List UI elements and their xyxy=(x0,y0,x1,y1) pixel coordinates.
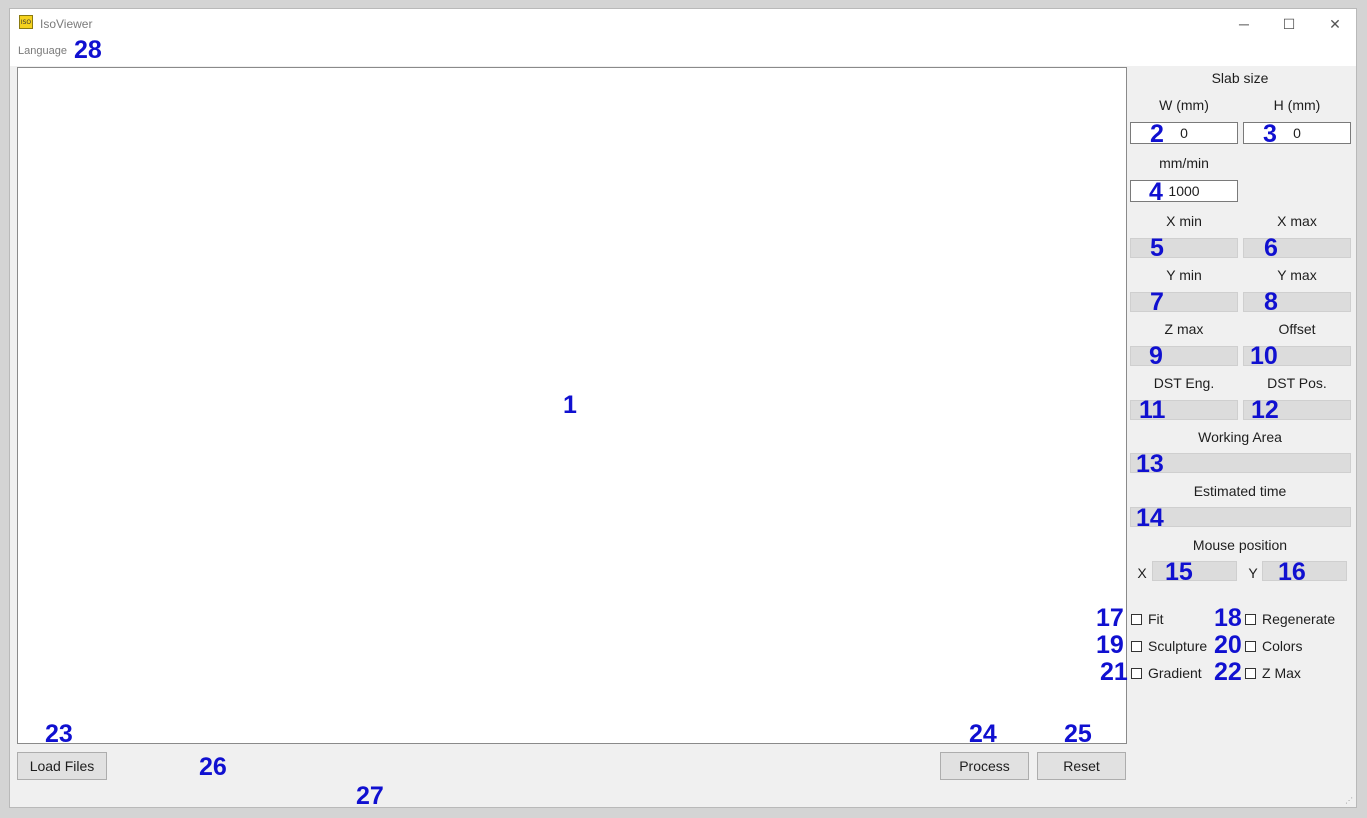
marker-16: 16 xyxy=(1278,558,1306,586)
marker-21: 21 xyxy=(1100,658,1128,686)
dst-pos-label: DST Pos. xyxy=(1267,375,1327,391)
marker-18: 18 xyxy=(1214,604,1242,632)
marker-10: 10 xyxy=(1250,342,1278,370)
ymax-label: Y max xyxy=(1277,267,1317,283)
close-button[interactable]: ✕ xyxy=(1312,9,1356,39)
marker-22: 22 xyxy=(1214,658,1242,686)
marker-11: 11 xyxy=(1139,396,1166,424)
fit-label: Fit xyxy=(1148,611,1164,627)
gradient-label: Gradient xyxy=(1148,665,1202,681)
marker-28: 28 xyxy=(74,36,102,64)
checkbox-box[interactable] xyxy=(1131,640,1142,652)
marker-15: 15 xyxy=(1165,558,1193,586)
width-label: W (mm) xyxy=(1159,97,1209,113)
checkbox-box[interactable] xyxy=(1245,667,1256,679)
marker-3: 3 xyxy=(1263,120,1277,148)
regenerate-label: Regenerate xyxy=(1262,611,1336,627)
marker-1: 1 xyxy=(563,391,577,419)
sculpture-checkbox[interactable]: Sculpture xyxy=(1131,638,1207,654)
speed-input[interactable]: 1000 xyxy=(1130,180,1238,202)
zmax-field xyxy=(1130,346,1238,366)
menu-bar: Language xyxy=(10,39,1356,66)
xmin-field xyxy=(1130,238,1238,258)
working-area-label: Working Area xyxy=(1198,429,1282,445)
xmin-label: X min xyxy=(1166,213,1202,229)
fit-checkbox[interactable]: Fit xyxy=(1131,611,1164,627)
ymin-label: Y min xyxy=(1166,267,1202,283)
menu-language[interactable]: Language xyxy=(18,45,67,57)
gradient-checkbox[interactable]: Gradient xyxy=(1131,665,1202,681)
dst-eng-label: DST Eng. xyxy=(1153,375,1215,391)
marker-5: 5 xyxy=(1150,234,1164,262)
height-label: H (mm) xyxy=(1273,97,1321,113)
checkbox-box[interactable] xyxy=(1131,667,1142,679)
zmax-checkbox[interactable]: Z Max xyxy=(1245,665,1301,681)
marker-9: 9 xyxy=(1149,342,1163,370)
resize-grip-icon[interactable]: ⋰ xyxy=(1345,796,1353,805)
load-files-button[interactable]: Load Files xyxy=(17,752,107,780)
colors-label: Colors xyxy=(1262,638,1303,654)
regenerate-checkbox[interactable]: Regenerate xyxy=(1245,611,1335,627)
marker-12: 12 xyxy=(1251,396,1279,424)
marker-25: 25 xyxy=(1064,720,1092,748)
checkbox-box[interactable] xyxy=(1245,613,1256,625)
marker-7: 7 xyxy=(1150,288,1164,316)
speed-label: mm/min xyxy=(1159,155,1209,171)
marker-13: 13 xyxy=(1136,450,1164,478)
slab-size-label: Slab size xyxy=(1211,70,1269,86)
iso-magnifier-icon: ISO xyxy=(19,15,33,29)
marker-23: 23 xyxy=(45,720,73,748)
app-window: ISO IsoViewer ─ ☐ ✕ Language Slab size W… xyxy=(9,8,1357,808)
colors-checkbox[interactable]: Colors xyxy=(1245,638,1302,654)
maximize-button[interactable]: ☐ xyxy=(1266,9,1312,39)
offset-label: Offset xyxy=(1278,321,1316,337)
marker-4: 4 xyxy=(1149,178,1163,206)
minimize-button[interactable]: ─ xyxy=(1221,9,1267,39)
zmax-label: Z max xyxy=(1164,321,1204,337)
title-bar: ISO IsoViewer ─ ☐ ✕ xyxy=(10,9,1356,39)
marker-2: 2 xyxy=(1150,120,1164,148)
mouse-y-label: Y xyxy=(1248,565,1258,581)
marker-14: 14 xyxy=(1136,504,1164,532)
xmax-field xyxy=(1243,238,1351,258)
marker-24: 24 xyxy=(969,720,997,748)
estimated-time-label: Estimated time xyxy=(1193,483,1287,499)
checkbox-box[interactable] xyxy=(1131,613,1142,625)
window-title: IsoViewer xyxy=(40,17,93,31)
marker-6: 6 xyxy=(1264,234,1278,262)
checkbox-box[interactable] xyxy=(1245,640,1256,652)
marker-17: 17 xyxy=(1096,604,1124,632)
mouse-x-label: X xyxy=(1137,565,1147,581)
height-input[interactable]: 0 xyxy=(1243,122,1351,144)
mouse-position-label: Mouse position xyxy=(1192,537,1288,553)
xmax-label: X max xyxy=(1277,213,1317,229)
marker-27: 27 xyxy=(356,782,384,808)
marker-20: 20 xyxy=(1214,631,1242,659)
marker-8: 8 xyxy=(1264,288,1278,316)
reset-button[interactable]: Reset xyxy=(1037,752,1126,780)
marker-26: 26 xyxy=(199,753,227,781)
sculpture-label: Sculpture xyxy=(1148,638,1208,654)
zmax-checkbox-label: Z Max xyxy=(1262,665,1301,681)
process-button[interactable]: Process xyxy=(940,752,1029,780)
width-input[interactable]: 0 xyxy=(1130,122,1238,144)
ymin-field xyxy=(1130,292,1238,312)
ymax-field xyxy=(1243,292,1351,312)
marker-19: 19 xyxy=(1096,631,1124,659)
